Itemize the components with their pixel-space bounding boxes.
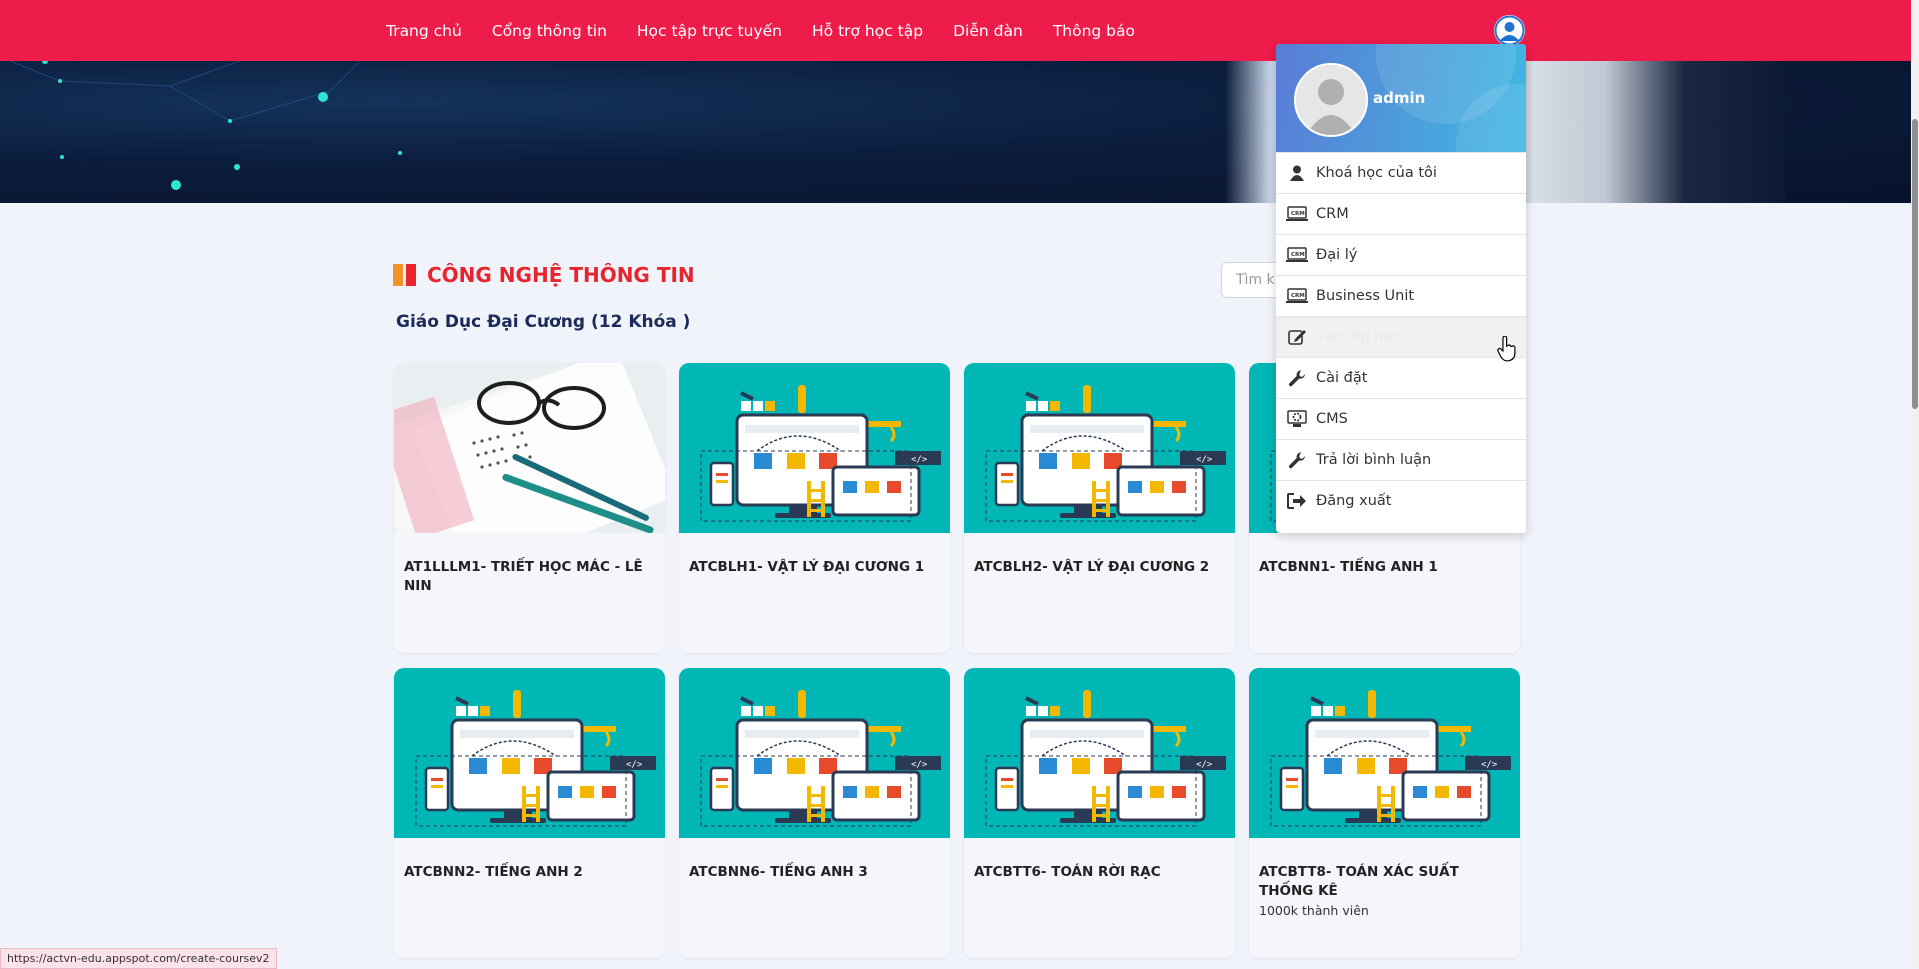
menu-item-label: Tạo lớp học [1316, 329, 1400, 345]
nav-item-online-learning[interactable]: Học tập trực tuyến [637, 22, 782, 40]
course-card[interactable]: AT1LLLM1- TRIẾT HỌC MÁC - LÊ NIN [394, 363, 665, 653]
logout-icon [1286, 492, 1308, 510]
browser-status-url: https://actvn-edu.appspot.com/create-cou… [0, 948, 277, 969]
menu-item-business-unit[interactable]: Business Unit [1276, 275, 1526, 316]
profile-username: admin [1373, 89, 1426, 107]
section-title: CÔNG NGHỆ THÔNG TIN [393, 263, 695, 287]
course-member-count: 1000k thành viên [1259, 903, 1369, 918]
menu-item-agency[interactable]: Đại lý [1276, 234, 1526, 275]
category-subtitle: Giáo Dục Đại Cương (12 Khóa ) [396, 312, 691, 332]
user-icon [1286, 164, 1308, 182]
user-avatar-icon[interactable] [1494, 15, 1525, 46]
web-design-illustration [964, 363, 1235, 533]
nav-item-learning-support[interactable]: Hỗ trợ học tập [812, 22, 923, 40]
edit-icon [1286, 328, 1308, 346]
menu-item-settings[interactable]: Cài đặt [1276, 357, 1526, 398]
title-book-icon [393, 264, 416, 286]
web-design-illustration [394, 668, 665, 838]
menu-item-label: CMS [1316, 411, 1348, 427]
course-card[interactable]: ATCBNN6- TIẾNG ANH 3 [679, 668, 950, 958]
course-title[interactable]: ATCBNN6- TIẾNG ANH 3 [689, 863, 940, 882]
crm-laptop-icon [1286, 205, 1308, 223]
course-title[interactable]: AT1LLLM1- TRIẾT HỌC MÁC - LÊ NIN [404, 558, 655, 596]
menu-item-cms[interactable]: CMS [1276, 398, 1526, 439]
section-title-text: CÔNG NGHỆ THÔNG TIN [427, 263, 695, 287]
web-design-illustration [679, 363, 950, 533]
course-title[interactable]: ATCBNN2- TIẾNG ANH 2 [404, 863, 655, 882]
course-card[interactable]: ATCBLH2- VẬT LÝ ĐẠI CƯƠNG 2 [964, 363, 1235, 653]
web-design-illustration [1249, 668, 1520, 838]
web-design-illustration [679, 668, 950, 838]
course-card[interactable]: ATCBNN2- TIẾNG ANH 2 [394, 668, 665, 958]
wrench-icon [1286, 369, 1308, 387]
page-scrollbar-thumb[interactable] [1912, 119, 1918, 409]
menu-item-crm[interactable]: CRM [1276, 193, 1526, 234]
nav-item-notifications[interactable]: Thông báo [1053, 22, 1135, 40]
menu-item-label: Đăng xuất [1316, 493, 1392, 509]
hand-cursor-icon [1497, 336, 1516, 362]
menu-item-reply-comments[interactable]: Trả lời bình luận [1276, 439, 1526, 480]
web-design-illustration [964, 668, 1235, 838]
main-nav: Trang chủ Cổng thông tin Học tập trực tu… [386, 0, 1165, 61]
hero-banner [0, 61, 1919, 203]
profile-avatar [1294, 63, 1368, 137]
course-title[interactable]: ATCBNN1- TIẾNG ANH 1 [1259, 558, 1510, 577]
menu-item-label: Khoá học của tôi [1316, 165, 1437, 181]
menu-item-label: Trả lời bình luận [1316, 452, 1432, 468]
nav-item-forum[interactable]: Diễn đàn [953, 22, 1023, 40]
course-card[interactable]: ATCBTT8- TOÁN XÁC SUẤT THỐNG KÊ 1000k th… [1249, 668, 1520, 958]
nav-item-home[interactable]: Trang chủ [386, 22, 462, 40]
course-title[interactable]: ATCBTT8- TOÁN XÁC SUẤT THỐNG KÊ [1259, 863, 1510, 901]
menu-item-label: Cài đặt [1316, 370, 1368, 386]
menu-item-label: Business Unit [1316, 288, 1415, 304]
crm-laptop-icon [1286, 287, 1308, 305]
course-card[interactable]: ATCBLH1- VẬT LÝ ĐẠI CƯƠNG 1 [679, 363, 950, 653]
cms-gear-icon [1286, 410, 1308, 428]
user-dropdown-menu: admin Khoá học của tôi CRM Đại lý Busine… [1276, 44, 1526, 533]
menu-item-my-courses[interactable]: Khoá học của tôi [1276, 152, 1526, 193]
top-navbar: Trang chủ Cổng thông tin Học tập trực tu… [0, 0, 1919, 61]
crm-laptop-icon [1286, 246, 1308, 264]
menu-item-create-class[interactable]: Tạo lớp học [1276, 316, 1526, 357]
dropdown-profile-header: admin [1276, 44, 1526, 152]
menu-item-label: CRM [1316, 206, 1349, 222]
wrench-icon [1286, 451, 1308, 469]
course-title[interactable]: ATCBTT6- TOÁN RỜI RẠC [974, 863, 1225, 882]
glasses-exam-photo [394, 363, 665, 533]
course-card[interactable]: ATCBTT6- TOÁN RỜI RẠC [964, 668, 1235, 958]
menu-item-label: Đại lý [1316, 247, 1358, 263]
course-title[interactable]: ATCBLH1- VẬT LÝ ĐẠI CƯƠNG 1 [689, 558, 940, 577]
nav-item-portal[interactable]: Cổng thông tin [492, 22, 607, 40]
course-title[interactable]: ATCBLH2- VẬT LÝ ĐẠI CƯƠNG 2 [974, 558, 1225, 577]
menu-item-logout[interactable]: Đăng xuất [1276, 480, 1526, 521]
